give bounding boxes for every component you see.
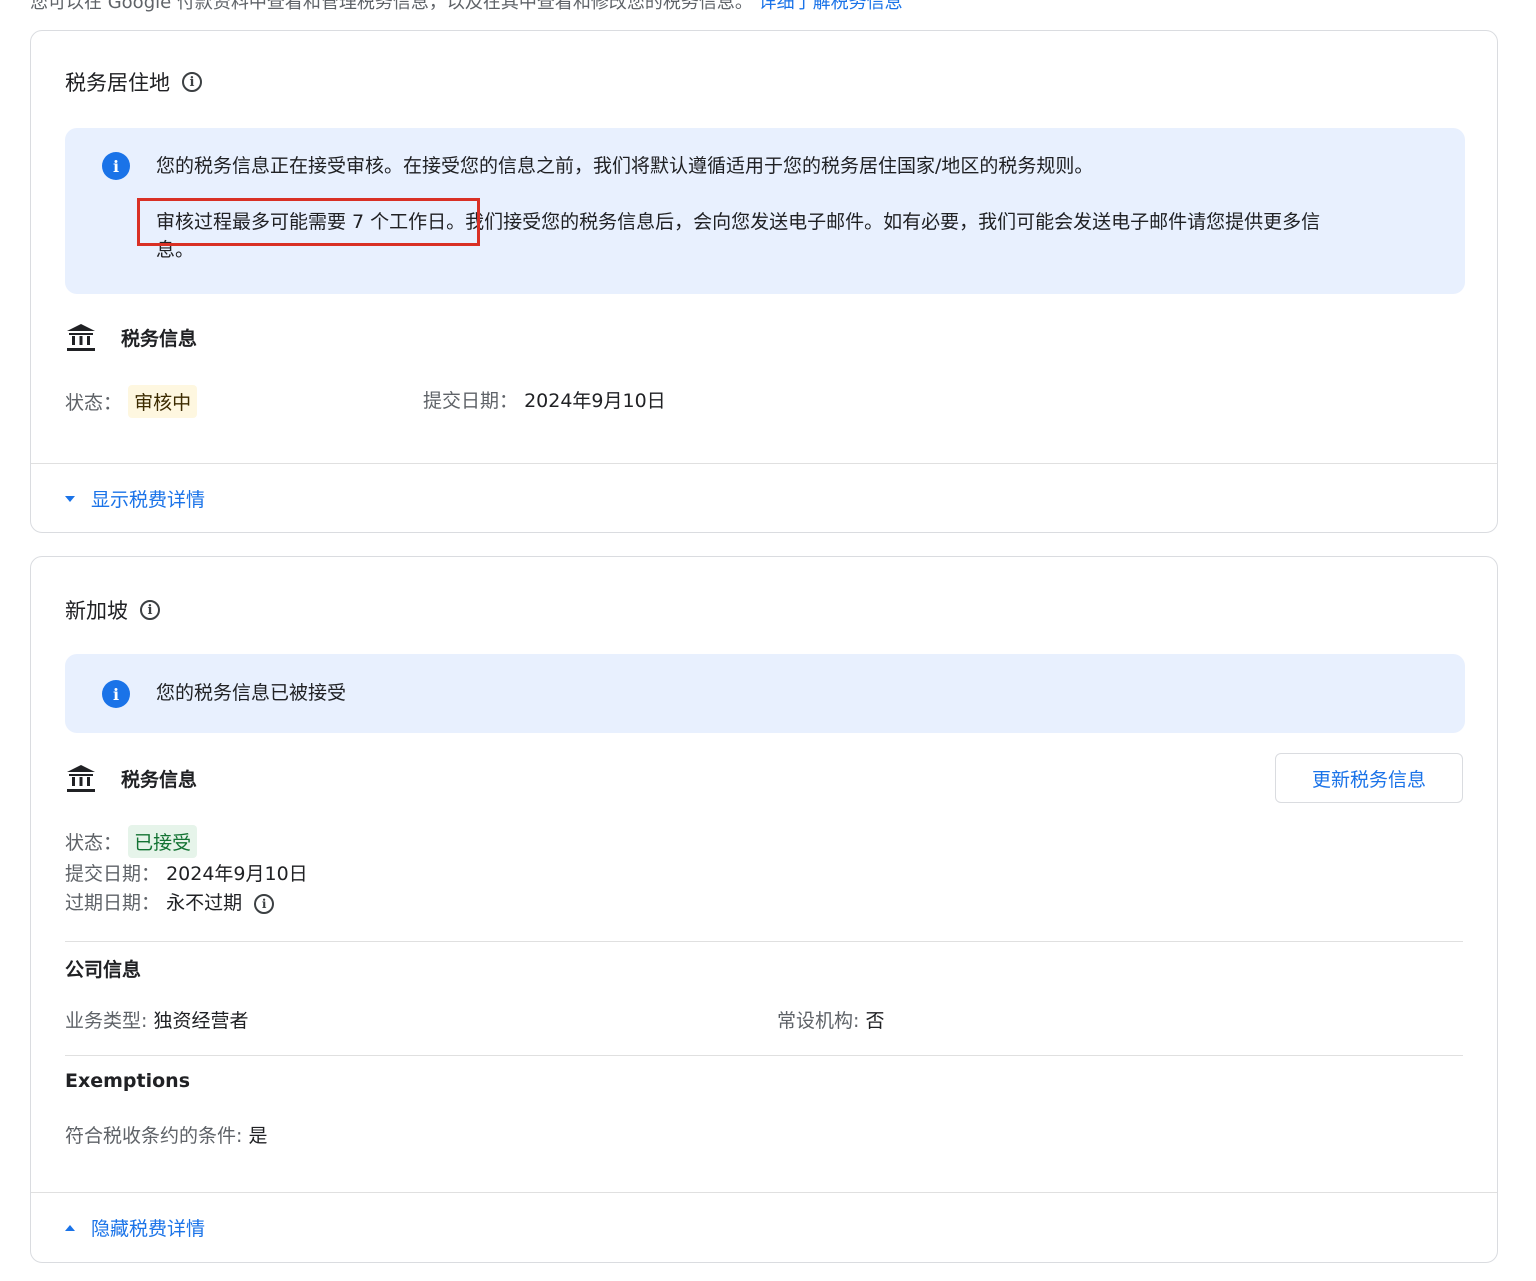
- expire-date-value: 永不过期: [166, 892, 243, 914]
- bank-icon: [67, 765, 95, 792]
- singapore-title: 新加坡: [65, 599, 128, 623]
- submit-date-label: 提交日期：: [423, 390, 519, 412]
- treaty-value: 是: [248, 1125, 268, 1147]
- submit-date-value: 2024年9月10日: [166, 863, 308, 885]
- update-tax-info-button[interactable]: 更新税务信息: [1275, 753, 1463, 803]
- caret-up-icon: [65, 1224, 75, 1231]
- business-type-row: 业务类型: 独资经营者: [65, 1006, 248, 1033]
- status-badge: 审核中: [128, 385, 198, 418]
- singapore-card: 新加坡 i i 您的税务信息已被接受 税务信息 更新税务信息 状态： 已接受 提…: [30, 556, 1498, 1263]
- divider: [31, 463, 1497, 464]
- info-filled-icon: i: [102, 680, 130, 708]
- tax-info-label: 税务信息: [121, 327, 198, 350]
- company-info-title: 公司信息: [65, 959, 142, 981]
- treaty-row: 符合税收条约的条件: 是: [65, 1121, 267, 1148]
- hide-tax-details-toggle[interactable]: 隐藏税费详情: [65, 1214, 205, 1241]
- status-label: 状态：: [65, 832, 123, 854]
- status-row: 状态： 已接受: [65, 825, 198, 858]
- top-description: 您可以在 Google 付款资料中查看和管理税务信息，以及在其中查看和修改您的税…: [30, 0, 903, 12]
- tax-info-header: 税务信息: [65, 321, 197, 353]
- show-tax-details-toggle[interactable]: 显示税费详情: [65, 485, 205, 512]
- top-description-text: 您可以在 Google 付款资料中查看和管理税务信息，以及在其中查看和修改您的税…: [30, 0, 753, 12]
- status-row: 状态： 审核中: [65, 385, 198, 418]
- divider: [31, 1192, 1497, 1193]
- learn-more-link[interactable]: 详细了解税务信息: [759, 0, 903, 12]
- permanent-establishment-value: 否: [865, 1010, 885, 1032]
- expire-date-label: 过期日期：: [65, 892, 161, 914]
- highlight-annotation-box: [137, 198, 480, 246]
- caret-down-icon: [65, 495, 75, 502]
- show-tax-details-label: 显示税费详情: [91, 489, 206, 511]
- banner-line-2-rest: 我们接受您的税务信息后，会向您发送电子邮件。如有必要，我们可能会发送电子邮件请您…: [465, 211, 1321, 233]
- divider: [65, 941, 1463, 942]
- status-label: 状态：: [65, 392, 123, 414]
- info-icon[interactable]: i: [140, 600, 160, 620]
- singapore-header: 新加坡 i: [65, 595, 160, 625]
- submit-date-row: 提交日期： 2024年9月10日: [423, 386, 666, 413]
- status-badge: 已接受: [128, 825, 198, 858]
- tax-residence-title: 税务居住地: [65, 71, 170, 95]
- banner-line-1: 您的税务信息正在接受审核。在接受您的信息之前，我们将默认遵循适用于您的税务居住国…: [156, 155, 1094, 177]
- treaty-label: 符合税收条约的条件:: [65, 1125, 249, 1147]
- banner-accepted-text: 您的税务信息已被接受: [156, 682, 347, 704]
- submit-date-value: 2024年9月10日: [524, 390, 666, 412]
- divider: [65, 1055, 1463, 1056]
- bank-icon: [67, 324, 95, 351]
- expire-date-row: 过期日期： 永不过期 i: [65, 888, 275, 915]
- tax-residence-card: 税务居住地 i i 您的税务信息正在接受审核。在接受您的信息之前，我们将默认遵循…: [30, 30, 1498, 533]
- exemptions-title: Exemptions: [65, 1070, 191, 1092]
- accepted-info-banner: i 您的税务信息已被接受: [65, 654, 1465, 733]
- permanent-establishment-label: 常设机构:: [777, 1010, 866, 1032]
- business-type-value: 独资经营者: [153, 1010, 249, 1032]
- submit-date-row: 提交日期： 2024年9月10日: [65, 859, 308, 886]
- tax-info-header: 税务信息: [65, 762, 197, 794]
- info-icon[interactable]: i: [254, 893, 275, 914]
- review-info-banner: i 您的税务信息正在接受审核。在接受您的信息之前，我们将默认遵循适用于您的税务居…: [65, 128, 1465, 294]
- info-filled-icon: i: [102, 152, 130, 180]
- tax-info-label: 税务信息: [121, 768, 198, 791]
- hide-tax-details-label: 隐藏税费详情: [91, 1218, 206, 1240]
- tax-residence-header: 税务居住地 i: [65, 67, 202, 97]
- business-type-label: 业务类型:: [65, 1010, 154, 1032]
- submit-date-label: 提交日期：: [65, 863, 161, 885]
- permanent-establishment-row: 常设机构: 否: [777, 1006, 884, 1033]
- info-icon[interactable]: i: [182, 72, 202, 92]
